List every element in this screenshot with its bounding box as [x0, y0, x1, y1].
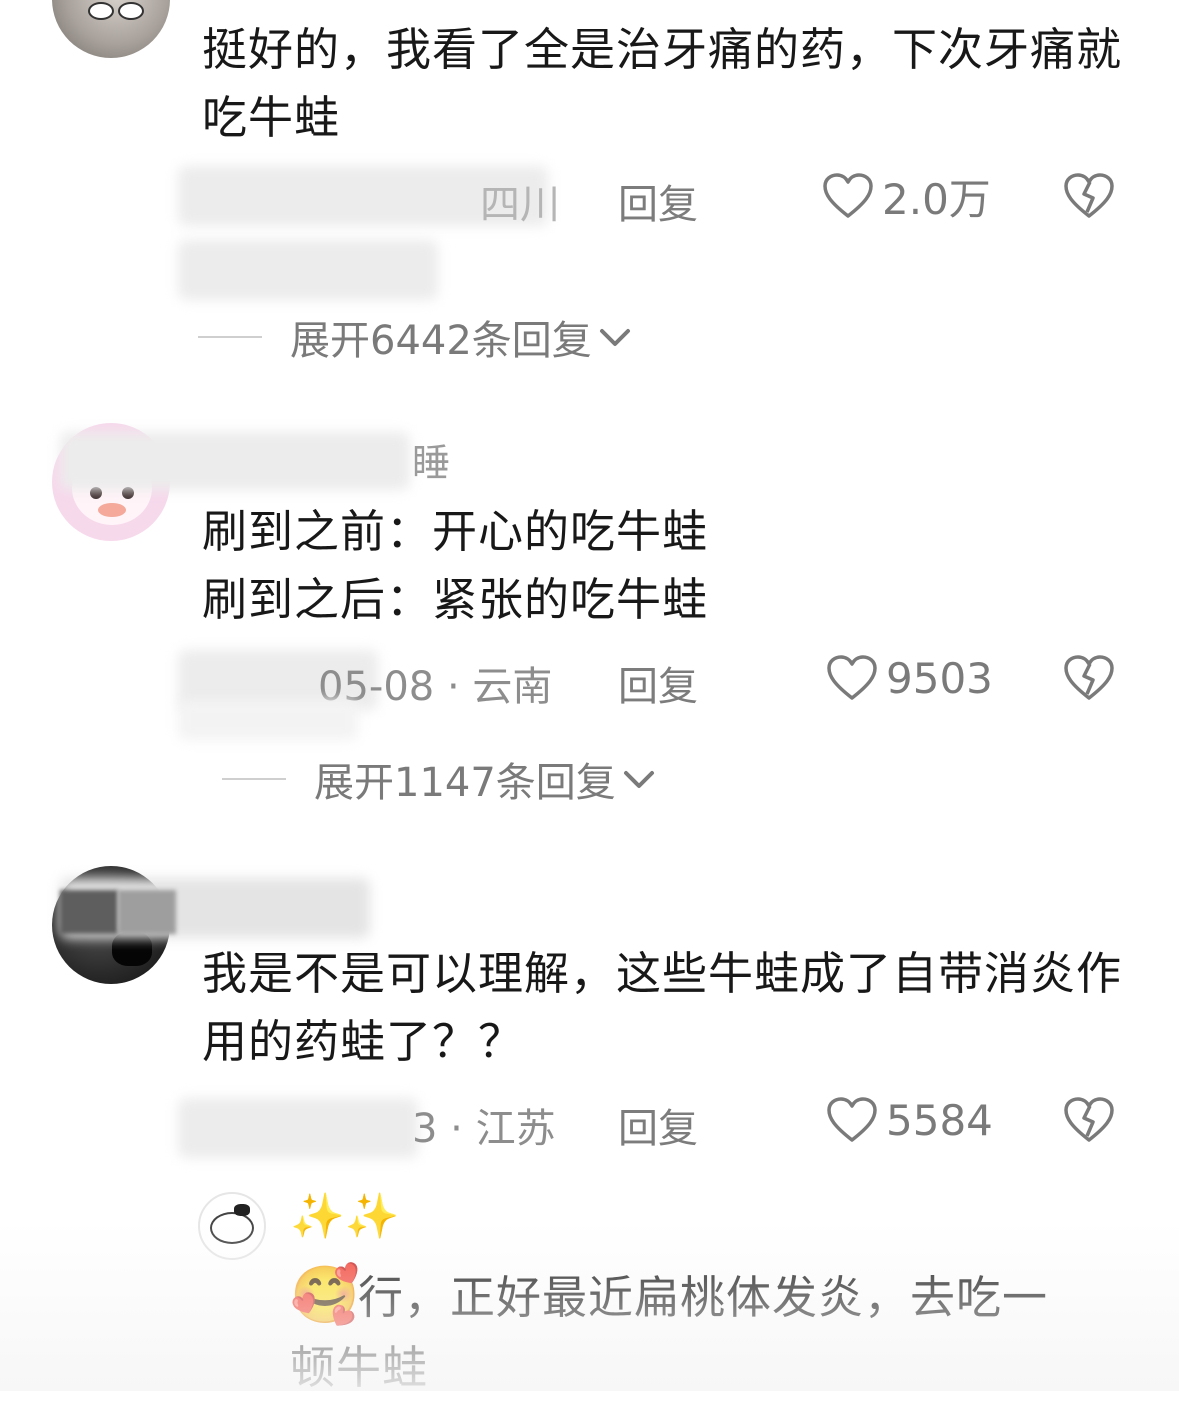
- avatar[interactable]: [198, 1192, 266, 1260]
- blurred-date: [178, 1098, 418, 1158]
- expand-label: 展开6442条回复: [290, 318, 592, 364]
- expand-replies[interactable]: 展开1147条回复: [222, 750, 656, 808]
- heart-icon: [823, 173, 873, 218]
- chevron-down-icon: [599, 329, 630, 346]
- comment-text: 我是不是可以理解，这些牛蛙成了自带消炎作用的药蛙了？？: [202, 947, 1123, 1068]
- divider-line: [222, 778, 286, 780]
- comment-text-line-2: 刷到之后：紧张的吃牛蛙: [202, 573, 709, 626]
- blurred-username: [60, 432, 410, 490]
- sunglasses-icon: [118, 2, 144, 20]
- comment-meta: 四川: [480, 182, 560, 228]
- blurred-meta: [178, 240, 438, 300]
- expand-label: 展开1147条回复: [314, 760, 616, 806]
- broken-heart-icon[interactable]: [1063, 172, 1115, 220]
- reply-text-line-2: 顿牛蛙: [290, 1341, 429, 1394]
- comment-text: 挺好的，我看了全是治牙痛的药，下次牙痛就吃牛蛙: [202, 23, 1123, 144]
- heart-icon: [827, 655, 877, 700]
- bow-icon: [234, 1204, 250, 1216]
- like-button[interactable]: 9503: [826, 648, 993, 708]
- sunglasses-icon: [88, 2, 114, 20]
- username[interactable]: 睡: [412, 432, 450, 487]
- like-count: 9503: [886, 653, 993, 703]
- like-count: 2.0万: [882, 174, 991, 224]
- comment-meta: 3 · 江苏: [412, 1106, 556, 1152]
- broken-heart-icon[interactable]: [1063, 654, 1115, 702]
- expand-replies[interactable]: 展开6442条回复: [198, 308, 632, 366]
- blurred-avatar-overlay: [118, 890, 176, 934]
- nose-icon: [98, 503, 126, 517]
- reply-text-line-1: 行，正好最近扁桃体发炎，去吃一: [358, 1271, 1049, 1324]
- hug-emoji-icon: 🥰: [290, 1263, 360, 1328]
- like-button[interactable]: 2.0万: [822, 166, 991, 226]
- reply-button[interactable]: 回复: [618, 654, 698, 712]
- broken-heart-icon[interactable]: [1063, 1096, 1115, 1144]
- divider-line: [198, 336, 262, 338]
- avatar[interactable]: [52, 0, 170, 58]
- like-count: 5584: [886, 1095, 993, 1145]
- kitty-face: [210, 1212, 254, 1244]
- comment-text-line-1: 刷到之前：开心的吃牛蛙: [202, 505, 709, 558]
- blurred-location: [178, 700, 358, 740]
- blurred-avatar-overlay: [60, 890, 118, 934]
- reply-button[interactable]: 回复: [618, 1096, 698, 1154]
- reply-button[interactable]: 回复: [618, 172, 698, 230]
- like-button[interactable]: 5584: [826, 1090, 993, 1150]
- chevron-down-icon: [623, 771, 654, 788]
- reply-username[interactable]: ✨✨: [290, 1190, 400, 1242]
- heart-icon: [827, 1097, 877, 1142]
